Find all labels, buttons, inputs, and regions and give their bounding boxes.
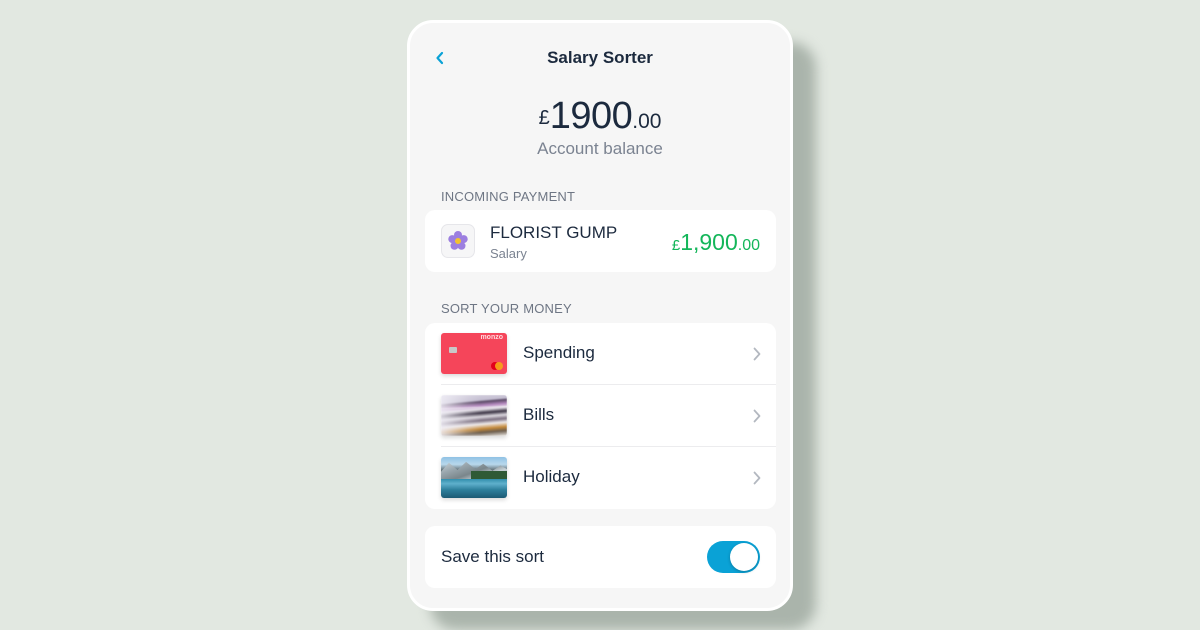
pots-list: monzo Spending Bills Holiday [425, 323, 776, 509]
save-sort-card: Save this sort [425, 526, 776, 588]
mountain-lake-image [441, 457, 507, 498]
pot-row-bills[interactable]: Bills [425, 385, 776, 447]
chevron-right-icon [753, 409, 761, 423]
payment-currency: £ [671, 237, 681, 254]
pot-label: Spending [523, 343, 595, 362]
account-balance-label: Account balance [537, 139, 663, 158]
balance-decimal: .00 [632, 110, 662, 133]
pot-label: Holiday [523, 467, 580, 486]
chevron-left-icon [436, 51, 444, 65]
toggle-knob [730, 543, 758, 571]
save-sort-toggle[interactable] [707, 541, 760, 573]
chevron-right-icon [753, 347, 761, 361]
payee-logo [441, 224, 475, 258]
sort-your-money-heading: SORT YOUR MONEY [441, 301, 572, 316]
phone-screen: Salary Sorter £1900.00 Account balance I… [407, 20, 793, 611]
header: Salary Sorter [410, 43, 790, 73]
back-button[interactable] [430, 47, 450, 69]
pot-row-spending[interactable]: monzo Spending [425, 323, 776, 385]
mastercard-logo-circle [495, 362, 503, 370]
payment-amount: £1,900.00 [672, 229, 760, 256]
page-title: Salary Sorter [547, 48, 653, 67]
pot-row-holiday[interactable]: Holiday [425, 447, 776, 509]
payment-whole: 1,900 [680, 229, 738, 255]
balance-currency: £ [538, 107, 550, 129]
monzo-logo: monzo [480, 334, 503, 341]
card-chip [449, 347, 457, 353]
pot-label: Bills [523, 405, 555, 424]
incoming-payment-heading: INCOMING PAYMENT [441, 189, 576, 204]
incoming-payment-card[interactable]: FLORIST GUMP Salary £1,900.00 [425, 210, 776, 272]
flower-icon [448, 231, 468, 250]
monzo-card-image: monzo [441, 333, 507, 374]
save-sort-label: Save this sort [441, 547, 544, 566]
payee-name: FLORIST GUMP [490, 223, 618, 242]
account-balance-amount: £1900.00 [410, 95, 790, 138]
bills-paper-stack-image [441, 395, 507, 436]
payment-decimal: .00 [737, 237, 760, 254]
balance-whole: 1900 [549, 95, 633, 137]
chevron-right-icon [753, 471, 761, 485]
payment-category: Salary [490, 246, 527, 261]
